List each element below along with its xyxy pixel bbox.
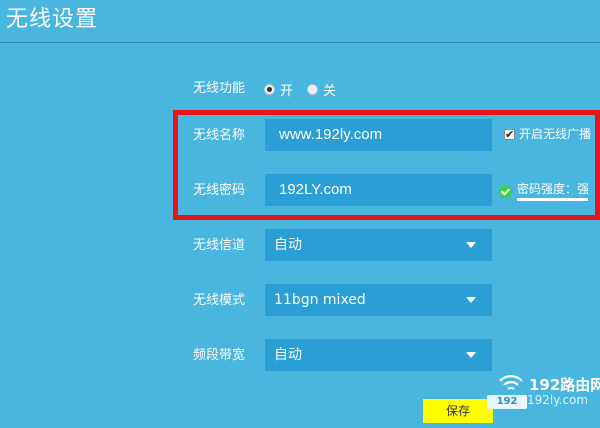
- mode-select-value: 11bgn mixed: [274, 292, 366, 308]
- wifi-icon: [499, 375, 523, 390]
- chevron-down-icon: [466, 352, 476, 358]
- wireless-on-radio[interactable]: [264, 83, 275, 95]
- wireless-on-label[interactable]: 开: [280, 80, 293, 99]
- bandwidth-select[interactable]: 自动: [265, 339, 492, 371]
- title-divider: [0, 42, 600, 43]
- bandwidth-select-value: 自动: [274, 347, 302, 363]
- wireless-function-label: 无线功能: [193, 81, 246, 96]
- highlight-frame: [173, 110, 600, 220]
- chevron-down-icon: [466, 297, 476, 303]
- page-title: 无线设置: [6, 7, 99, 32]
- bandwidth-label: 频段带宽: [193, 348, 246, 363]
- mode-select[interactable]: 11bgn mixed: [265, 284, 492, 316]
- chevron-down-icon: [466, 242, 476, 248]
- watermark-brand: 192路由网: [529, 376, 600, 394]
- watermark-url: 192ly.com: [527, 393, 589, 407]
- wireless-off-label[interactable]: 关: [323, 80, 336, 99]
- channel-select[interactable]: 自动: [265, 229, 492, 261]
- mode-label: 无线模式: [193, 293, 246, 308]
- watermark-badge: 192: [487, 395, 527, 409]
- wireless-off-radio[interactable]: [307, 83, 319, 95]
- channel-select-value: 自动: [274, 237, 302, 253]
- channel-label: 无线信道: [193, 238, 246, 253]
- wireless-function-radio-group: 开 关: [264, 80, 350, 99]
- watermark: 192路由网 192 192ly.com: [483, 369, 600, 419]
